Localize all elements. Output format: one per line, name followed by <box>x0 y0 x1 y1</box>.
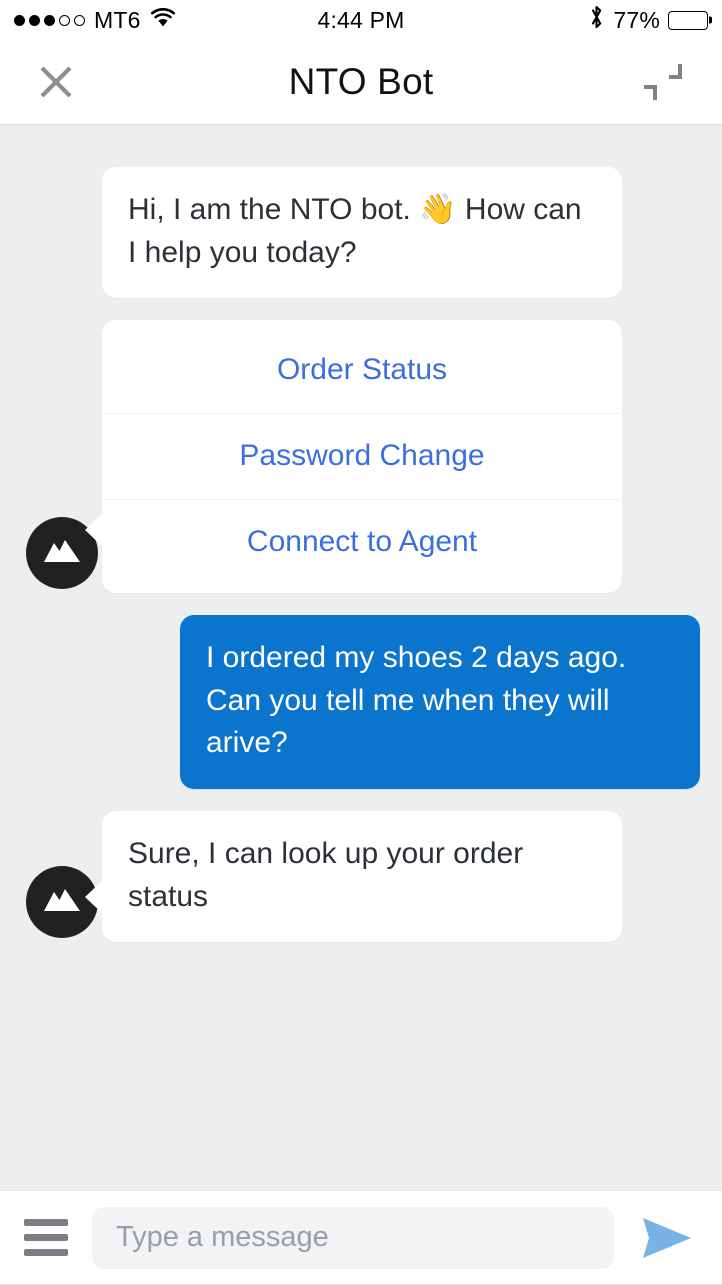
signal-strength-icon <box>14 14 85 26</box>
chat-bubble-bot: Hi, I am the NTO bot. 👋 How can I help y… <box>102 167 622 299</box>
page-title: NTO Bot <box>288 61 434 102</box>
status-bar-right: 77% <box>588 4 708 36</box>
message-text: Hi, I am the NTO bot. 👋 How can I help y… <box>128 193 582 269</box>
quick-reply-card: Order Status Password Change Connect to … <box>85 320 622 594</box>
message-row-bot-greeting: Hi, I am the NTO bot. 👋 How can I help y… <box>0 167 722 299</box>
status-bar-left: MT6 <box>14 7 176 34</box>
battery-icon <box>668 10 708 30</box>
close-icon[interactable] <box>34 60 78 104</box>
chat-bubble-bot: Sure, I can look up your order status <box>85 810 622 943</box>
mountain-logo-icon <box>42 538 82 569</box>
phone-screen: MT6 4:44 PM 77% NTO Bot Hi, I am the NTO… <box>0 0 722 1285</box>
conversation-panel[interactable]: Hi, I am the NTO bot. 👋 How can I help y… <box>0 125 722 1190</box>
status-bar: MT6 4:44 PM 77% <box>0 0 722 40</box>
app-header: NTO Bot <box>0 40 722 125</box>
message-row-bot-reply: Sure, I can look up your order status <box>0 810 722 943</box>
message-text: I ordered my shoes 2 days ago. Can you t… <box>206 641 627 760</box>
carrier-label: MT6 <box>94 6 141 33</box>
send-icon[interactable] <box>636 1210 698 1266</box>
chat-bubble-user: I ordered my shoes 2 days ago. Can you t… <box>180 615 700 789</box>
message-text: Sure, I can look up your order status <box>128 836 524 913</box>
battery-percent-label: 77% <box>613 6 660 33</box>
wifi-icon <box>150 7 176 34</box>
message-composer <box>0 1190 722 1285</box>
bluetooth-icon <box>588 4 605 36</box>
message-row-bot-options: Order Status Password Change Connect to … <box>0 320 722 594</box>
quick-reply-password-change[interactable]: Password Change <box>102 414 622 499</box>
message-input[interactable] <box>92 1206 614 1269</box>
quick-reply-connect-to-agent[interactable]: Connect to Agent <box>102 500 622 585</box>
message-row-user: I ordered my shoes 2 days ago. Can you t… <box>0 615 722 789</box>
mountain-logo-icon <box>42 887 82 918</box>
hamburger-menu-icon[interactable] <box>24 1215 70 1261</box>
quick-reply-order-status[interactable]: Order Status <box>102 328 622 413</box>
minimize-icon[interactable] <box>636 58 688 106</box>
